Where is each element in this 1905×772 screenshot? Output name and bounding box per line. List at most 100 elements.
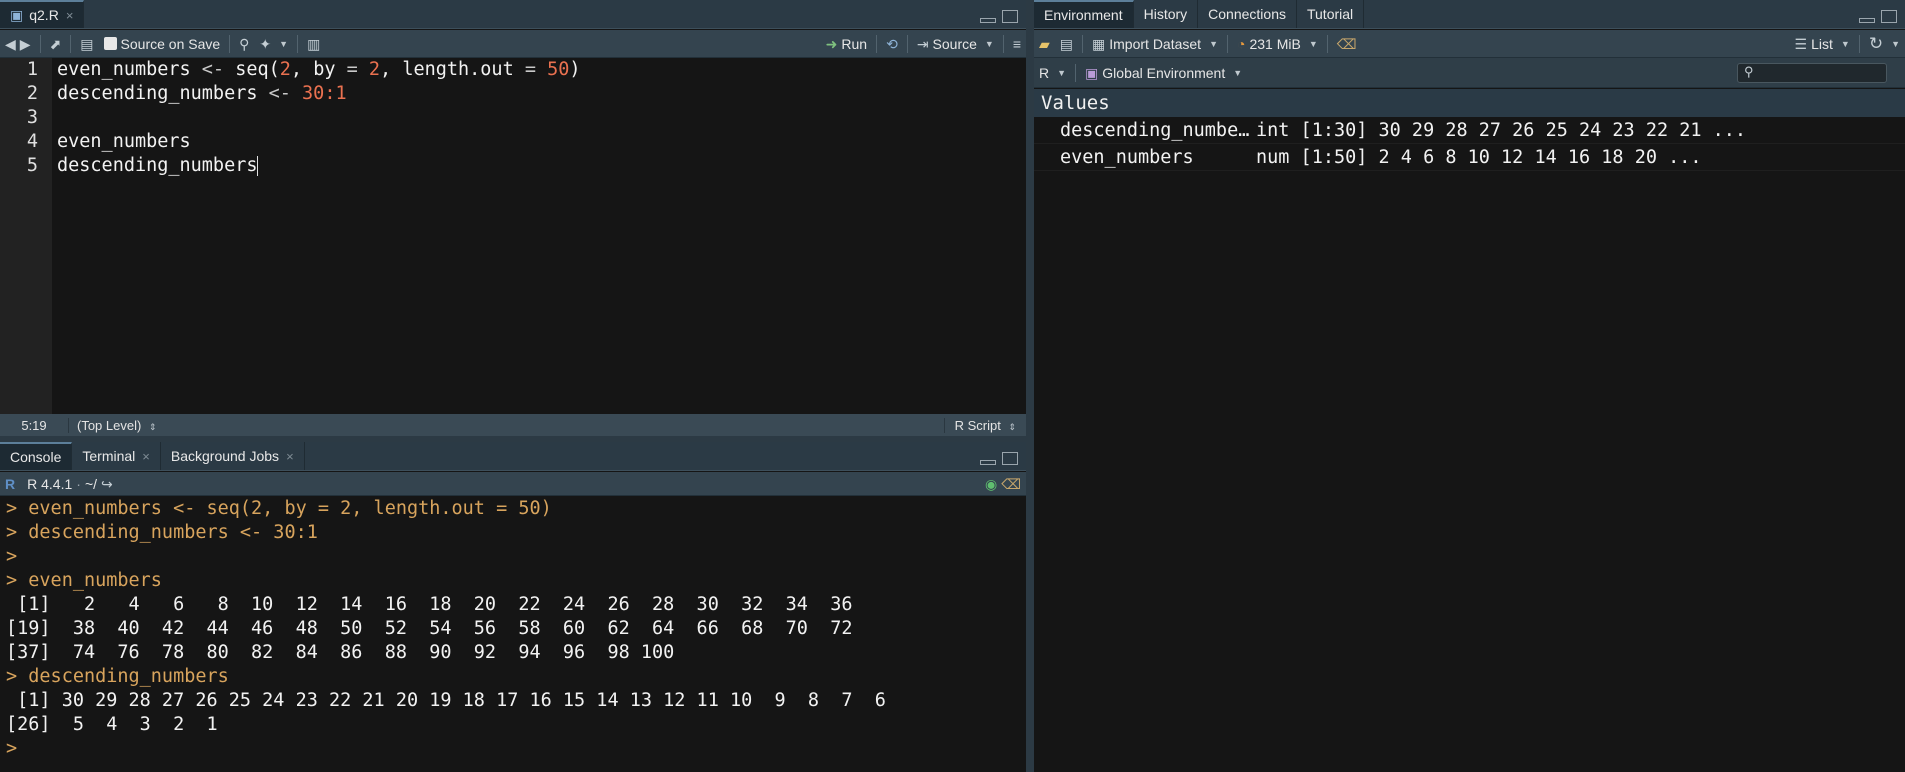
minimize-icon[interactable] <box>980 460 996 465</box>
source-button[interactable]: ⇥ Source ▼ <box>912 32 999 56</box>
environment-row[interactable]: descending_numbe… int [1:30] 30 29 28 27… <box>1034 117 1905 144</box>
chevron-down-icon[interactable]: ▼ <box>985 39 994 49</box>
section-header-label: Values <box>1041 92 1110 114</box>
source-icon: ⇥ <box>916 35 929 52</box>
minimize-icon[interactable] <box>980 18 996 23</box>
environment-window-controls <box>1859 10 1897 23</box>
environment-tabbar: Environment History Connections Tutorial <box>1034 0 1905 29</box>
scope-selector[interactable]: (Top Level) ⇕ <box>68 417 156 433</box>
chevron-down-icon[interactable]: ▼ <box>1841 39 1850 49</box>
tab-environment[interactable]: Environment <box>1034 0 1134 28</box>
maximize-icon[interactable] <box>1881 10 1897 23</box>
rerun-icon[interactable]: ⟲ <box>886 37 898 51</box>
notebook-icon[interactable]: ▥ <box>307 37 320 51</box>
go-to-directory-icon[interactable]: ↪ <box>101 477 113 491</box>
code-line: descending_numbers <box>57 155 259 176</box>
divider <box>906 34 908 53</box>
vertical-splitter[interactable] <box>1026 0 1034 772</box>
console-command-line: > descending_numbers <box>6 666 229 687</box>
environment-search-input[interactable]: ⚲ <box>1737 63 1887 83</box>
tab-background-jobs-label: Background Jobs <box>170 448 280 464</box>
tab-terminal-label: Terminal <box>82 448 136 464</box>
open-folder-icon[interactable]: ▰ <box>1039 37 1050 51</box>
stop-icon[interactable]: ◉ <box>985 477 997 491</box>
section-header: Values <box>1034 89 1905 117</box>
line-number: 1 <box>26 59 38 80</box>
search-icon[interactable]: ⚲ <box>239 37 249 51</box>
memory-usage-label: 231 MiB <box>1249 35 1301 52</box>
line-number: 4 <box>26 131 38 152</box>
divider <box>39 34 41 53</box>
chevron-down-icon[interactable]: ▼ <box>279 39 288 49</box>
code-line: descending_numbers <- 30:1 <box>57 83 347 104</box>
editor-window-controls <box>980 10 1018 23</box>
console-command-line: > <box>6 738 18 759</box>
tab-history[interactable]: History <box>1134 0 1199 28</box>
memory-usage-button[interactable]: ◔ 231 MiB ▼ <box>1232 32 1323 56</box>
broom-icon[interactable]: ⌫ <box>1337 37 1357 51</box>
chevron-down-icon[interactable]: ▼ <box>1233 68 1242 78</box>
import-dataset-label: Import Dataset <box>1109 35 1202 52</box>
filetype-label: R Script <box>954 417 1001 433</box>
divider <box>1002 34 1004 53</box>
divider <box>1858 34 1860 53</box>
source-label: Source <box>932 35 977 52</box>
console-window-controls <box>980 452 1018 465</box>
checkbox-icon[interactable] <box>103 37 117 50</box>
divider <box>876 34 878 53</box>
save-icon[interactable]: ▤ <box>80 37 93 51</box>
back-arrow-icon[interactable]: ◀ <box>5 37 16 51</box>
working-directory[interactable]: ~/ <box>85 476 97 492</box>
tab-console[interactable]: Console <box>0 442 73 470</box>
show-in-window-icon[interactable]: ⬈ <box>50 37 62 51</box>
chevron-down-icon[interactable]: ▼ <box>1309 39 1318 49</box>
run-button[interactable]: ➜ Run <box>821 32 872 56</box>
broom-icon[interactable]: ⌫ <box>1001 477 1021 491</box>
import-dataset-button[interactable]: ▦ Import Dataset ▼ <box>1087 32 1223 56</box>
maximize-icon[interactable] <box>1002 452 1018 465</box>
text-cursor <box>257 156 259 176</box>
chevron-down-icon[interactable]: ▼ <box>1209 39 1218 49</box>
refresh-icon[interactable]: ↻ <box>1869 35 1883 52</box>
console-command-line: > even_numbers <- seq(2, by = 2, length.… <box>6 498 552 519</box>
variable-name: even_numbers <box>1060 146 1194 168</box>
source-on-save-checkbox[interactable]: Source on Save <box>99 32 226 56</box>
r-file-icon: ▣ <box>10 7 24 23</box>
outline-icon[interactable]: ≡ <box>1013 37 1021 51</box>
code-editor[interactable]: 1 2 3 4 5 even_numbers <- seq(2, by = 2, len… <box>0 58 1026 414</box>
cursor-position: 5:19 <box>21 417 47 433</box>
language-label: R <box>1039 64 1050 81</box>
console-output[interactable]: > even_numbers <- seq(2, by = 2, length.… <box>0 497 1026 772</box>
filetype-selector[interactable]: R Script ⇕ <box>943 417 1026 433</box>
tab-connections[interactable]: Connections <box>1198 0 1297 28</box>
minimize-icon[interactable] <box>1859 18 1875 23</box>
tab-background-jobs[interactable]: Background Jobs × <box>161 442 305 470</box>
source-on-save-label: Source on Save <box>120 35 221 52</box>
forward-arrow-icon[interactable]: ▶ <box>20 37 31 51</box>
close-icon[interactable]: × <box>286 449 294 464</box>
view-mode-button[interactable]: ☰ List ▼ <box>1790 32 1855 56</box>
language-selector[interactable]: R ▼ <box>1034 61 1071 85</box>
tab-q2-r-label: q2.R <box>29 7 59 23</box>
updown-icon: ⇕ <box>1008 421 1016 432</box>
magic-wand-icon[interactable]: ✦ <box>259 37 271 51</box>
editor-pane: ▣ q2.R × ◀ ▶ ⬈ ▤ Source on Save ⚲ ✦ ▼ ▥ … <box>0 0 1026 436</box>
close-icon[interactable]: × <box>66 8 74 23</box>
tab-tutorial[interactable]: Tutorial <box>1297 0 1365 28</box>
search-icon: ⚲ <box>1744 64 1754 79</box>
variable-value: num [1:50] 2 4 6 8 10 12 14 16 18 20 ... <box>1256 146 1702 168</box>
horizontal-splitter[interactable] <box>0 436 1026 442</box>
console-command-line: > <box>6 546 18 567</box>
tab-terminal[interactable]: Terminal × <box>72 442 161 470</box>
save-icon[interactable]: ▤ <box>1060 37 1073 51</box>
divider <box>70 34 72 53</box>
environment-scope-selector[interactable]: ▣ Global Environment ▼ <box>1080 61 1247 85</box>
console-command-line: > descending_numbers <- 30:1 <box>6 522 318 543</box>
chevron-down-icon[interactable]: ▼ <box>1057 68 1066 78</box>
tab-q2-r[interactable]: ▣ q2.R × <box>0 0 85 28</box>
chevron-down-icon[interactable]: ▼ <box>1891 39 1900 49</box>
close-icon[interactable]: × <box>142 449 150 464</box>
environment-row[interactable]: even_numbers num [1:50] 2 4 6 8 10 12 14… <box>1034 144 1905 171</box>
maximize-icon[interactable] <box>1002 10 1018 23</box>
console-pane: Console Terminal × Background Jobs × R R 4… <box>0 442 1026 772</box>
